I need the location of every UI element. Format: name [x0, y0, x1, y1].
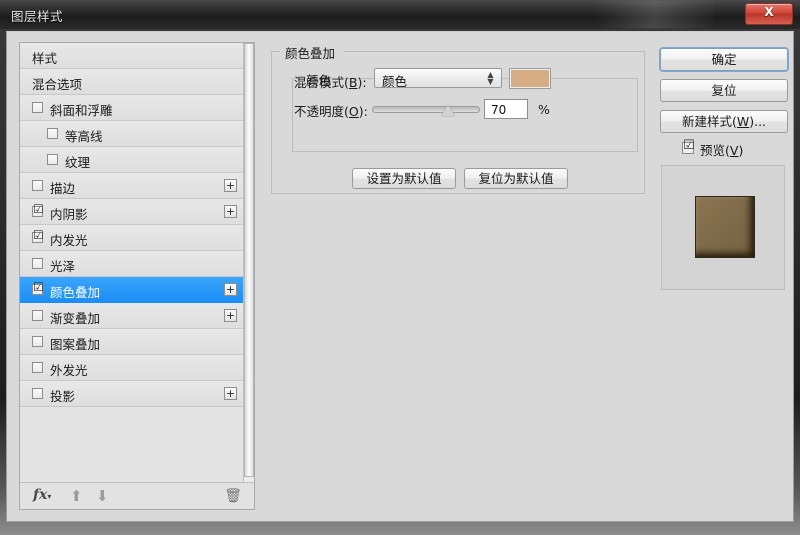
- opacity-slider-thumb[interactable]: [441, 105, 455, 116]
- check-icon: ☑: [33, 228, 44, 242]
- set-default-button[interactable]: 设置为默认值: [352, 168, 456, 189]
- color-overlay-group-title: 颜色叠加: [280, 43, 341, 62]
- group-top-line-right: [344, 51, 644, 52]
- add-effect-button[interactable]: +: [224, 179, 237, 192]
- styles-list-panel: 样式 混合选项 斜面和浮雕 等高线 纹理 描边 + ☑ 内阴影 + ☑ 内发光 光泽 ☑ 颜色叠加 + 渐变叠加…: [19, 42, 255, 510]
- reset-button[interactable]: 复位: [660, 79, 788, 102]
- window-title: 图层样式: [11, 9, 64, 24]
- sidebar-item-checkbox[interactable]: ☑: [32, 228, 44, 243]
- opacity-slider-track[interactable]: [372, 106, 480, 113]
- opacity-input[interactable]: 70: [484, 99, 528, 119]
- sidebar-item-4[interactable]: 纹理: [20, 147, 244, 173]
- sidebar-item-label: 描边: [50, 181, 76, 196]
- check-icon: ☑: [683, 138, 695, 153]
- scrollbar-thumb[interactable]: [244, 43, 254, 477]
- sidebar-item-label: 光泽: [50, 259, 76, 274]
- sidebar-item-checkbox[interactable]: [32, 102, 43, 113]
- titlebar-glass-highlight: [594, 0, 714, 29]
- move-down-icon[interactable]: ⬇: [96, 487, 109, 505]
- close-button[interactable]: X: [745, 3, 793, 25]
- sidebar-item-label: 纹理: [65, 155, 91, 170]
- sidebar-item-label: 样式: [32, 51, 58, 66]
- opacity-unit: %: [538, 102, 550, 117]
- sidebar-item-11[interactable]: 图案叠加: [20, 329, 244, 355]
- blend-mode-value: 颜色: [382, 74, 408, 89]
- fx-icon[interactable]: fx▾: [33, 486, 51, 506]
- fx-label: fx: [33, 487, 48, 503]
- sidebar-item-label: 内阴影: [50, 207, 88, 222]
- sidebar-item-label: 渐变叠加: [50, 311, 101, 326]
- sidebar-item-10[interactable]: 渐变叠加 +: [20, 303, 244, 329]
- dialog-actions-panel: 确定 复位 新建样式(W)... ☑ 预览(V): [657, 42, 789, 510]
- sidebar-item-0[interactable]: 样式: [20, 43, 244, 69]
- move-up-icon[interactable]: ⬆: [70, 487, 83, 505]
- opacity-value: 70: [491, 103, 507, 117]
- sidebar-item-label: 图案叠加: [50, 337, 101, 352]
- sidebar-item-label: 投影: [50, 389, 76, 404]
- check-icon: ☑: [33, 280, 44, 294]
- check-icon: ☑: [33, 202, 44, 216]
- sidebar-item-checkbox[interactable]: [47, 128, 58, 139]
- title-bar: 图层样式 X: [0, 0, 800, 29]
- preview-label: 预览(V): [700, 143, 744, 158]
- sidebar-item-1[interactable]: 混合选项: [20, 69, 244, 95]
- new-style-button[interactable]: 新建样式(W)...: [660, 110, 788, 133]
- sidebar-item-3[interactable]: 等高线: [20, 121, 244, 147]
- color-overlay-group: 颜色叠加 颜色 混合模式(B): 颜色 ▲ ▼ 不透明度(O): 70 % 设置…: [271, 43, 645, 194]
- close-icon: X: [764, 5, 774, 19]
- sidebar-item-checkbox[interactable]: ☑: [32, 202, 44, 217]
- sidebar-item-7[interactable]: ☑ 内发光: [20, 225, 244, 251]
- styles-list-toolbar: fx▾ ⬆ ⬇ 🗑: [20, 482, 254, 509]
- add-effect-button[interactable]: +: [224, 205, 237, 218]
- group-top-line-left: [272, 51, 280, 52]
- sidebar-item-checkbox[interactable]: [32, 362, 43, 373]
- sidebar-item-12[interactable]: 外发光: [20, 355, 244, 381]
- blend-mode-label: 混合模式(B):: [294, 75, 367, 90]
- blend-mode-select[interactable]: 颜色 ▲ ▼: [374, 68, 502, 89]
- sidebar-item-9[interactable]: ☑ 颜色叠加 +: [20, 277, 244, 303]
- sidebar-item-2[interactable]: 斜面和浮雕: [20, 95, 244, 121]
- chevron-down-icon: ▾: [47, 492, 52, 501]
- settings-panel: 颜色叠加 颜色 混合模式(B): 颜色 ▲ ▼ 不透明度(O): 70 % 设置…: [269, 42, 645, 510]
- opacity-label: 不透明度(O):: [294, 104, 368, 119]
- overlay-color-swatch[interactable]: [509, 68, 551, 89]
- sidebar-item-checkbox[interactable]: ☑: [32, 280, 44, 295]
- sidebar-item-5[interactable]: 描边 +: [20, 173, 244, 199]
- dialog-body: 样式 混合选项 斜面和浮雕 等高线 纹理 描边 + ☑ 内阴影 + ☑ 内发光 光泽 ☑ 颜色叠加 + 渐变叠加…: [6, 31, 794, 522]
- preview-swatch: [695, 196, 755, 258]
- sidebar-item-checkbox[interactable]: [32, 180, 43, 191]
- sidebar-item-checkbox[interactable]: [32, 310, 43, 321]
- sidebar-item-checkbox[interactable]: [32, 258, 43, 269]
- preview-thumbnail: [661, 165, 785, 290]
- layer-style-window: 图层样式 X 样式混合选项斜面和浮雕等高线纹理描边 + ☑ 内阴影 + ☑ 内发光光泽 ☑ 颜色…: [0, 0, 800, 535]
- reset-default-button[interactable]: 复位为默认值: [464, 168, 568, 189]
- sidebar-item-label: 外发光: [50, 363, 88, 378]
- ok-button[interactable]: 确定: [660, 48, 788, 71]
- sidebar-item-8[interactable]: 光泽: [20, 251, 244, 277]
- trash-icon[interactable]: 🗑: [224, 487, 242, 505]
- add-effect-button[interactable]: +: [224, 309, 237, 322]
- sidebar-item-6[interactable]: ☑ 内阴影 +: [20, 199, 244, 225]
- sidebar-item-checkbox[interactable]: [47, 154, 58, 165]
- preview-checkbox-box: ☑: [682, 138, 695, 154]
- sidebar-item-label: 颜色叠加: [50, 285, 101, 300]
- sidebar-item-checkbox[interactable]: [32, 336, 43, 347]
- sidebar-item-label: 斜面和浮雕: [50, 103, 113, 118]
- sidebar-item-label: 内发光: [50, 233, 88, 248]
- sidebar-item-label: 混合选项: [32, 77, 83, 92]
- add-effect-button[interactable]: +: [224, 387, 237, 400]
- styles-list[interactable]: 样式 混合选项 斜面和浮雕 等高线 纹理 描边 + ☑ 内阴影 + ☑ 内发光 光泽 ☑ 颜色叠加 + 渐变叠加…: [20, 43, 244, 483]
- add-effect-button[interactable]: +: [224, 283, 237, 296]
- chevron-updown-icon: ▲ ▼: [487, 70, 494, 86]
- sidebar-item-checkbox[interactable]: [32, 388, 43, 399]
- sidebar-item-label: 等高线: [65, 129, 103, 144]
- styles-list-scrollbar[interactable]: [243, 43, 254, 483]
- sidebar-item-13[interactable]: 投影 +: [20, 381, 244, 407]
